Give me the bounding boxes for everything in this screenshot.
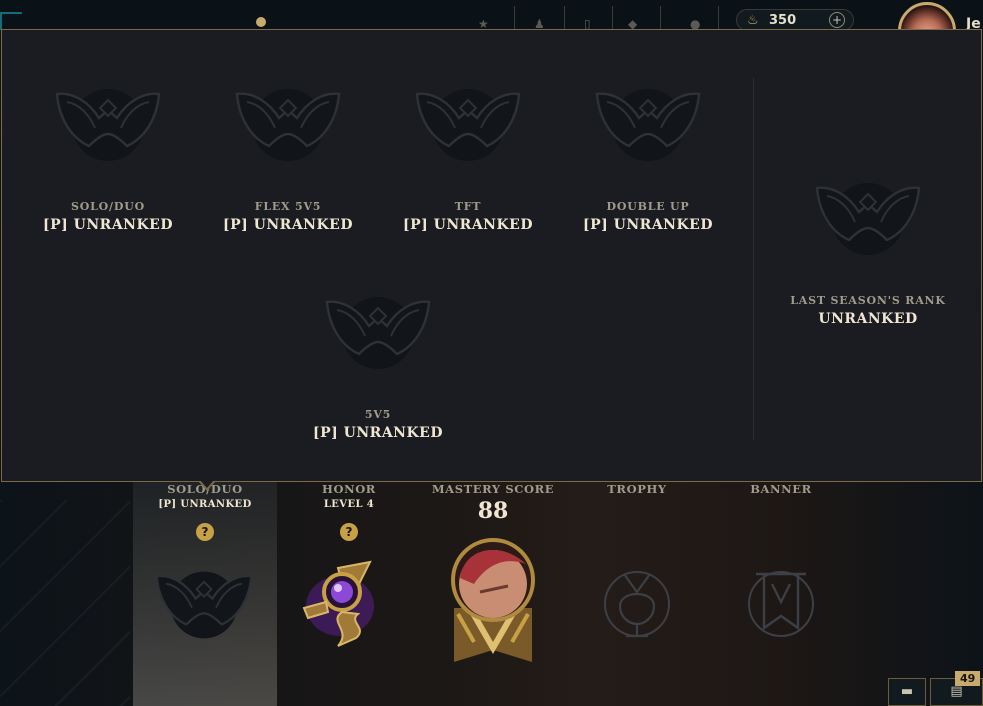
queue-label: SOLO/DUO: [71, 200, 145, 213]
nav-separator: [612, 6, 613, 30]
banner-slot[interactable]: BANNER: [709, 482, 853, 496]
queue-label: 5V5: [364, 408, 392, 421]
nav-separator: [514, 6, 515, 30]
notification-dot-icon: [256, 17, 266, 27]
popup-pointer-inner: [200, 480, 214, 488]
last-season-label: LAST SEASON'S RANK: [790, 294, 946, 307]
client-logo-icon[interactable]: [0, 12, 22, 30]
queue-5v5: 5V5 [P] UNRANKED: [298, 296, 458, 441]
help-icon[interactable]: ?: [340, 523, 358, 541]
queue-label: FLEX 5V5: [254, 200, 322, 213]
last-season-rank: LAST SEASON'S RANK UNRANKED: [788, 182, 948, 327]
scroll-icon: ▤: [950, 684, 963, 699]
trophy-slot[interactable]: TROPHY: [565, 482, 709, 496]
honor-slot[interactable]: HONOR LEVEL 4: [277, 482, 421, 510]
slot-subtitle: LEVEL 4: [323, 499, 375, 510]
solo-duo-emblem-icon: [53, 88, 163, 162]
top-navigation-bar: ★ ♟ ▯ ◆ ● ♨ 350 + Je: [0, 0, 983, 32]
nav-separator: [564, 6, 565, 30]
queue-label: TFT: [454, 200, 482, 213]
blue-essence-icon: ♨: [747, 13, 759, 28]
queue-rank: [P] UNRANKED: [313, 425, 443, 441]
mastery-score-value: 88: [477, 498, 509, 524]
banner-placeholder-icon: [748, 571, 814, 637]
queue-flex-5v5: FLEX 5V5 [P] UNRANKED: [208, 88, 368, 233]
mastery-score-slot[interactable]: MASTERY SCORE 88: [421, 482, 565, 524]
trophy-placeholder-icon: [604, 571, 670, 638]
nav-separator: [718, 6, 719, 30]
slot-title: TROPHY: [607, 482, 667, 496]
last-season-emblem-icon: [813, 182, 923, 256]
last-season-value: UNRANKED: [818, 311, 918, 327]
queue-tft: TFT [P] UNRANKED: [388, 88, 548, 233]
solo-duo-emblem-icon: [153, 570, 255, 640]
queue-rank: [P] UNRANKED: [223, 217, 353, 233]
queue-double-up: DOUBLE UP [P] UNRANKED: [568, 88, 728, 233]
popup-divider: [753, 78, 754, 440]
currency-display: ♨ 350 +: [736, 9, 854, 31]
slot-title: BANNER: [750, 482, 812, 496]
ranked-queues-popup: SOLO/DUO [P] UNRANKED FLEX 5V5 [P] UNRAN…: [1, 29, 982, 482]
slot-subtitle: [P] UNRANKED: [158, 499, 252, 510]
queue-label: DOUBLE UP: [606, 200, 690, 213]
double-up-emblem-icon: [593, 88, 703, 162]
tft-emblem-icon: [413, 88, 523, 162]
decorative-pattern: [0, 500, 130, 706]
queue-rank: [P] UNRANKED: [43, 217, 173, 233]
chat-button[interactable]: ▬: [888, 678, 926, 706]
5v5-emblem-icon: [323, 296, 433, 370]
chat-bubble-icon: ▬: [900, 684, 914, 699]
queue-rank: [P] UNRANKED: [403, 217, 533, 233]
champion-mastery-icon: [451, 538, 535, 662]
nav-separator: [660, 6, 661, 30]
flex-emblem-icon: [233, 88, 343, 162]
queue-solo-duo: SOLO/DUO [P] UNRANKED: [28, 88, 188, 233]
notification-count-badge: 49: [955, 671, 981, 686]
slot-title: MASTERY SCORE: [431, 482, 555, 496]
honor-emblem-icon: [302, 560, 374, 647]
currency-value: 350: [769, 13, 797, 28]
slot-title: HONOR: [322, 482, 376, 496]
add-currency-button[interactable]: +: [829, 12, 845, 28]
queue-rank: [P] UNRANKED: [583, 217, 713, 233]
help-icon[interactable]: ?: [196, 523, 214, 541]
